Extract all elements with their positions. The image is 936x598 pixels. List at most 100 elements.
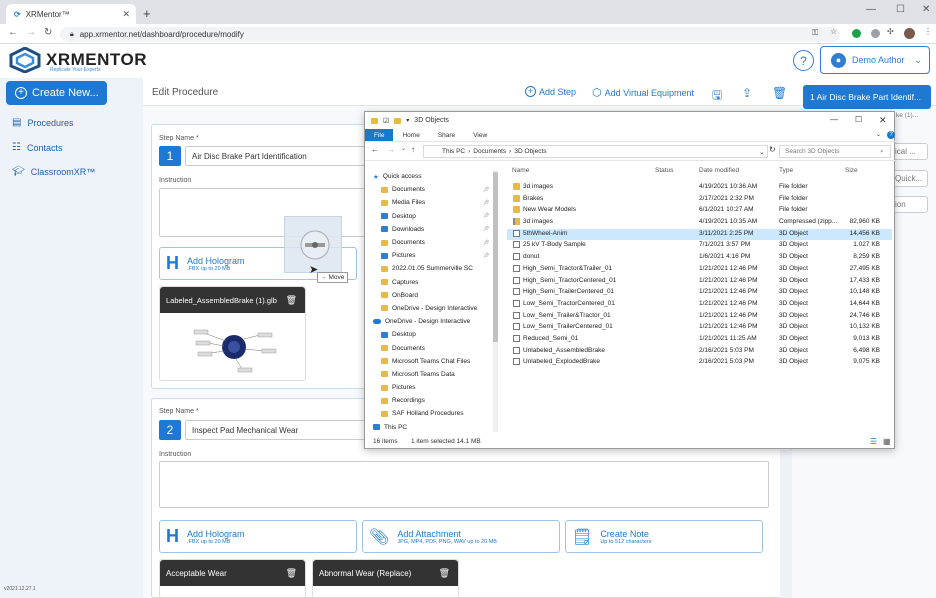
add-attachment-button[interactable]: 📎︎ Add Attachment JPG, MP4, PDF, PNG, WAV…: [362, 520, 560, 553]
nav-item[interactable]: OneDrive - Design Interactive: [365, 302, 497, 315]
ribbon-tab-home[interactable]: Home: [393, 129, 428, 141]
nav-item[interactable]: Documents: [365, 341, 497, 354]
nav-item[interactable]: Desktop 📌︎: [365, 210, 497, 223]
browser-menu-icon[interactable]: ⋮: [924, 27, 932, 36]
sidebar-item-contacts[interactable]: ☷ Contacts: [12, 142, 63, 153]
nav-item[interactable]: Microsoft Teams Data: [365, 368, 497, 381]
column-date-modified[interactable]: Date modified: [699, 167, 739, 174]
file-row[interactable]: Low_Semi_TractorCentered_01 1/21/2021 12:…: [507, 299, 892, 311]
add-virtual-equipment-button[interactable]: ⬡ Add Virtual Equipment: [592, 86, 694, 99]
sidebar-item-classroomxr[interactable]: 🎓︎ ClassroomXR™: [12, 166, 95, 177]
path-segment[interactable]: 3D Objects: [514, 148, 546, 155]
explorer-path-field[interactable]: This PC › Documents › 3D Objects ⌄: [423, 145, 768, 158]
nav-item[interactable]: Pictures 📌︎: [365, 249, 497, 262]
ribbon-tab-file[interactable]: File: [365, 129, 394, 141]
reload-icon[interactable]: ↻: [44, 27, 52, 38]
instruction-field[interactable]: [159, 461, 769, 508]
nav-item[interactable]: ★ Quick access: [365, 170, 497, 183]
file-row[interactable]: High_Semi_TractorCentered_01 1/21/2021 12…: [507, 276, 892, 288]
file-row[interactable]: Reduced_Semi_01 1/21/2021 11:25 AM 3D Obje…: [507, 334, 892, 346]
extensions-puzzle-icon[interactable]: ✣: [887, 27, 894, 36]
maximize-icon[interactable]: ☐: [896, 4, 905, 15]
ribbon-tab-view[interactable]: View: [464, 129, 496, 141]
nav-item[interactable]: This PC: [365, 421, 497, 432]
author-menu-button[interactable]: ● Demo Author ⌄: [820, 46, 930, 74]
hologram-thumbnail[interactable]: Labeled_AssembledBrake (1).glb 🗑︎: [159, 286, 306, 381]
explorer-close-icon[interactable]: ✕: [879, 115, 887, 126]
trash-icon[interactable]: 🗑︎: [286, 568, 297, 579]
create-new-button[interactable]: + Create New...: [6, 81, 107, 105]
column-size[interactable]: Size: [845, 167, 858, 174]
explorer-search-input[interactable]: Search 3D Objects ⌕: [779, 145, 891, 158]
close-window-icon[interactable]: ✕: [922, 4, 930, 15]
new-tab-icon[interactable]: +: [143, 6, 151, 21]
path-segment[interactable]: This PC: [442, 148, 465, 155]
browser-tab[interactable]: ⟳ XRMentor™ ✕: [6, 4, 136, 24]
add-step-button[interactable]: + Add Step: [525, 86, 576, 97]
file-row[interactable]: Unlabeled_ExplodedBrake 2/16/2021 5:03 PM…: [507, 357, 892, 369]
delete-procedure-icon[interactable]: 🗑︎: [772, 86, 787, 100]
forward-icon[interactable]: →: [387, 145, 395, 154]
forward-icon[interactable]: →: [26, 27, 36, 38]
file-row[interactable]: Low_Semi_TrailerCentered_01 1/21/2021 12:…: [507, 322, 892, 334]
sidebar-item-procedures[interactable]: ▤ Procedures: [12, 117, 73, 128]
close-tab-icon[interactable]: ✕: [122, 9, 130, 20]
large-icons-view-icon[interactable]: ▦: [883, 437, 891, 446]
content-scrollbar[interactable]: [780, 450, 792, 598]
profile-avatar[interactable]: [904, 28, 915, 39]
properties-icon[interactable]: ☑: [383, 117, 389, 125]
hologram-thumbnail[interactable]: Abnormal Wear (Replace) 🗑︎: [312, 559, 459, 598]
file-row[interactable]: 25 kV T-Body Sample 7/1/2021 3:57 PM 3D Ob…: [507, 240, 892, 252]
details-view-icon[interactable]: ☰: [870, 437, 877, 446]
create-note-button[interactable]: 🗒︎ Create Note Up to 512 characters: [565, 520, 763, 553]
minimize-icon[interactable]: —: [866, 4, 876, 15]
file-row[interactable]: 3d images 4/19/2021 10:35 AM Compressed (z…: [507, 217, 892, 229]
nav-item[interactable]: Pictures: [365, 381, 497, 394]
nav-item[interactable]: Desktop: [365, 328, 497, 341]
nav-item[interactable]: Documents 📌︎: [365, 236, 497, 249]
nav-item[interactable]: Microsoft Teams Chat Files: [365, 355, 497, 368]
file-row[interactable]: 3d images 4/19/2021 10:36 AM File folder: [507, 182, 892, 194]
key-icon[interactable]: ⚿: [812, 28, 818, 38]
url-field[interactable]: 🔒︎ app.xrmentor.net/dashboard/procedure/…: [60, 27, 840, 42]
nav-item[interactable]: OnBoard: [365, 289, 497, 302]
upload-icon[interactable]: ⇪: [742, 86, 752, 100]
help-button[interactable]: ?: [793, 50, 814, 71]
bookmark-star-icon[interactable]: ☆: [830, 27, 837, 36]
step-name-field[interactable]: Air Disc Brake Part Identification: [185, 146, 375, 166]
path-segment[interactable]: Documents: [473, 148, 506, 155]
nav-item[interactable]: OneDrive - Design Interactive: [365, 315, 497, 328]
refresh-icon[interactable]: ↻: [769, 145, 776, 154]
add-hologram-button[interactable]: H Add Hologram .FBX up to 20 MB: [159, 520, 357, 553]
column-type[interactable]: Type: [779, 167, 793, 174]
file-row[interactable]: donut 1/6/2021 4:16 PM 3D Object 8,259 KB: [507, 252, 892, 264]
new-folder-icon[interactable]: [394, 117, 402, 124]
nav-scrollbar-thumb[interactable]: [493, 172, 498, 342]
explorer-maximize-icon[interactable]: ☐: [855, 115, 862, 124]
explorer-minimize-icon[interactable]: —: [830, 115, 838, 124]
file-row[interactable]: 5thWheel-Anim 3/11/2021 2:25 PM 3D Object 1…: [507, 228, 892, 241]
up-icon[interactable]: ↑: [411, 145, 415, 154]
file-row[interactable]: High_Semi_TrailerCentered_01 1/21/2021 12…: [507, 287, 892, 299]
trash-icon[interactable]: 🗑︎: [439, 568, 450, 579]
nav-item[interactable]: Downloads 📌︎: [365, 223, 497, 236]
file-row[interactable]: High_Semi_Tractor&Trailer_01 1/21/2021 12…: [507, 264, 892, 276]
file-row[interactable]: Brakes 2/17/2021 2:32 PM File folder: [507, 194, 892, 206]
file-row[interactable]: Unlabeled_AssembledBrake 2/16/2021 5:03 P…: [507, 346, 892, 358]
extension-gray-icon[interactable]: [871, 29, 880, 38]
column-status[interactable]: Status: [655, 167, 673, 174]
quick-access-dropdown-icon[interactable]: ▾: [406, 117, 409, 124]
file-row[interactable]: New Wear Models 6/1/2021 10:27 AM File fol…: [507, 205, 892, 217]
nav-item[interactable]: Captures: [365, 276, 497, 289]
nav-item[interactable]: 2022.01.05 Summerville SC: [365, 262, 497, 275]
nav-item[interactable]: Documents 📌︎: [365, 183, 497, 196]
back-icon[interactable]: ←: [371, 145, 379, 154]
file-row[interactable]: Low_Semi_Trailer&Tractor_01 1/21/2021 12:…: [507, 311, 892, 323]
save-icon[interactable]: 🖫︎: [712, 86, 722, 107]
ribbon-tab-share[interactable]: Share: [429, 129, 464, 141]
back-icon[interactable]: ←: [8, 27, 18, 38]
hologram-thumbnail[interactable]: Acceptable Wear 🗑︎: [159, 559, 306, 598]
ribbon-expand-icon[interactable]: ⌄: [876, 131, 881, 138]
nav-item[interactable]: Media Files 📌︎: [365, 196, 497, 209]
column-name[interactable]: Name: [512, 167, 529, 174]
